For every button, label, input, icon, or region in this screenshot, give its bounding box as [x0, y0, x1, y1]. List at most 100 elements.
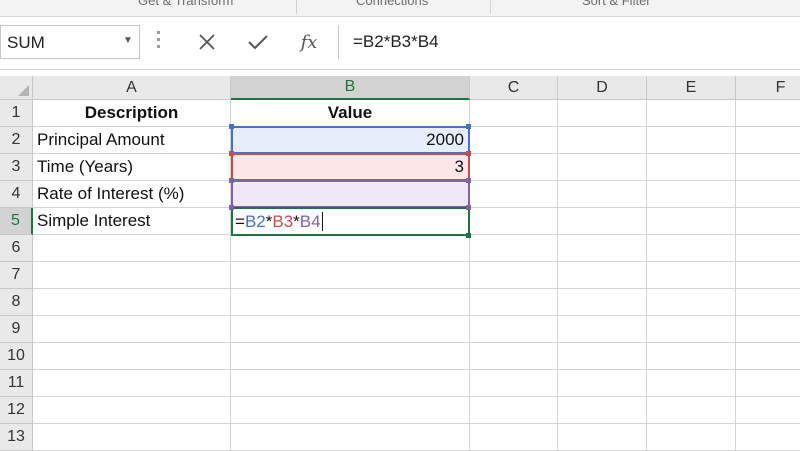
- formula-bar-grip[interactable]: [157, 31, 161, 53]
- cell-b1[interactable]: Value: [231, 100, 470, 127]
- name-box[interactable]: SUM ▼: [0, 25, 140, 59]
- grid-cell[interactable]: [736, 343, 800, 370]
- range-handle-b4[interactable]: [466, 205, 471, 210]
- range-handle-b3[interactable]: [466, 151, 471, 156]
- row-header-8[interactable]: 8: [0, 289, 33, 316]
- grid-cell[interactable]: [33, 262, 231, 289]
- grid-cell[interactable]: [470, 343, 558, 370]
- grid-cell[interactable]: [647, 262, 736, 289]
- grid-cell[interactable]: [231, 343, 470, 370]
- grid-cell[interactable]: [647, 181, 736, 208]
- row-header-10[interactable]: 10: [0, 343, 33, 370]
- cell-a5[interactable]: Simple Interest: [33, 208, 231, 235]
- grid-cell[interactable]: [558, 208, 647, 235]
- grid-cell[interactable]: [558, 289, 647, 316]
- grid-cell[interactable]: [736, 208, 800, 235]
- row-header-3[interactable]: 3: [0, 154, 33, 181]
- grid-cell[interactable]: [647, 208, 736, 235]
- grid-cell[interactable]: [558, 262, 647, 289]
- grid-cell[interactable]: [558, 100, 647, 127]
- cell-a1[interactable]: Description: [33, 100, 231, 127]
- grid-cell[interactable]: [33, 235, 231, 262]
- grid-cell[interactable]: [558, 235, 647, 262]
- row-header-7[interactable]: 7: [0, 262, 33, 289]
- row-header-2[interactable]: 2: [0, 127, 33, 154]
- grid-cell[interactable]: [558, 316, 647, 343]
- grid-cell[interactable]: [470, 316, 558, 343]
- grid-cell[interactable]: [558, 181, 647, 208]
- cell-a4[interactable]: Rate of Interest (%): [33, 181, 231, 208]
- grid-cell[interactable]: [470, 262, 558, 289]
- cell-b5-editing[interactable]: = B2 * B3 * B4: [231, 207, 470, 236]
- grid-cell[interactable]: [647, 289, 736, 316]
- grid-cell[interactable]: [647, 397, 736, 424]
- grid-cell[interactable]: [558, 343, 647, 370]
- grid-cell[interactable]: [470, 154, 558, 181]
- grid-cell[interactable]: [647, 316, 736, 343]
- grid-cell[interactable]: [33, 370, 231, 397]
- cell-b2[interactable]: 2000: [231, 126, 470, 154]
- cancel-button[interactable]: [190, 27, 224, 57]
- column-header-c[interactable]: C: [470, 76, 558, 100]
- grid-cell[interactable]: [736, 235, 800, 262]
- grid-cell[interactable]: [470, 289, 558, 316]
- range-handle-b4[interactable]: [229, 178, 234, 183]
- row-header-5[interactable]: 5: [0, 208, 33, 235]
- grid-cell[interactable]: [647, 235, 736, 262]
- cell-a2[interactable]: Principal Amount: [33, 127, 231, 154]
- grid-cell[interactable]: [647, 343, 736, 370]
- grid-cell[interactable]: [231, 235, 470, 262]
- grid-cell[interactable]: [33, 316, 231, 343]
- column-header-d[interactable]: D: [558, 76, 647, 100]
- grid-cell[interactable]: [470, 100, 558, 127]
- grid-cell[interactable]: [647, 127, 736, 154]
- row-header-9[interactable]: 9: [0, 316, 33, 343]
- grid-cell[interactable]: [647, 154, 736, 181]
- range-handle-b4[interactable]: [466, 178, 471, 183]
- column-header-e[interactable]: E: [647, 76, 736, 100]
- grid-cell[interactable]: [558, 127, 647, 154]
- formula-input[interactable]: =B2*B3*B4: [338, 25, 800, 59]
- grid-cell[interactable]: [736, 397, 800, 424]
- column-header-b[interactable]: B: [231, 76, 470, 100]
- range-handle-b2[interactable]: [229, 124, 234, 129]
- insert-function-button[interactable]: fx: [292, 27, 326, 57]
- column-header-f[interactable]: F: [736, 76, 800, 100]
- enter-button[interactable]: [241, 27, 275, 57]
- row-header-4[interactable]: 4: [0, 181, 33, 208]
- grid-cell[interactable]: [470, 181, 558, 208]
- grid-cell[interactable]: [647, 370, 736, 397]
- range-handle-b3[interactable]: [229, 151, 234, 156]
- grid-cell[interactable]: [33, 343, 231, 370]
- grid-cell[interactable]: [470, 397, 558, 424]
- grid-cell[interactable]: [736, 181, 800, 208]
- row-header-12[interactable]: 12: [0, 397, 33, 424]
- grid-cell[interactable]: [470, 208, 558, 235]
- grid-cell[interactable]: [33, 397, 231, 424]
- cell-b4[interactable]: [231, 180, 470, 208]
- row-header-1[interactable]: 1: [0, 100, 33, 127]
- grid-cell[interactable]: [231, 289, 470, 316]
- grid-cell[interactable]: [231, 397, 470, 424]
- range-handle-b4[interactable]: [229, 205, 234, 210]
- range-handle-b2[interactable]: [466, 124, 471, 129]
- cell-b3[interactable]: 3: [231, 153, 470, 181]
- fill-handle[interactable]: [466, 233, 471, 238]
- grid-cell[interactable]: [231, 316, 470, 343]
- grid-cell[interactable]: [647, 100, 736, 127]
- grid-cell[interactable]: [736, 127, 800, 154]
- row-header-11[interactable]: 11: [0, 370, 33, 397]
- select-all-button[interactable]: [0, 76, 33, 100]
- grid-cell[interactable]: [231, 370, 470, 397]
- grid-cell[interactable]: [736, 316, 800, 343]
- grid-cell[interactable]: [736, 370, 800, 397]
- grid-cell[interactable]: [558, 370, 647, 397]
- grid-cell[interactable]: [558, 397, 647, 424]
- grid-cell[interactable]: [33, 289, 231, 316]
- grid-cell[interactable]: [736, 100, 800, 127]
- grid-cell[interactable]: [231, 262, 470, 289]
- grid-cell[interactable]: [470, 235, 558, 262]
- grid-cell[interactable]: [558, 154, 647, 181]
- grid-cell[interactable]: [470, 127, 558, 154]
- grid-cell[interactable]: [736, 262, 800, 289]
